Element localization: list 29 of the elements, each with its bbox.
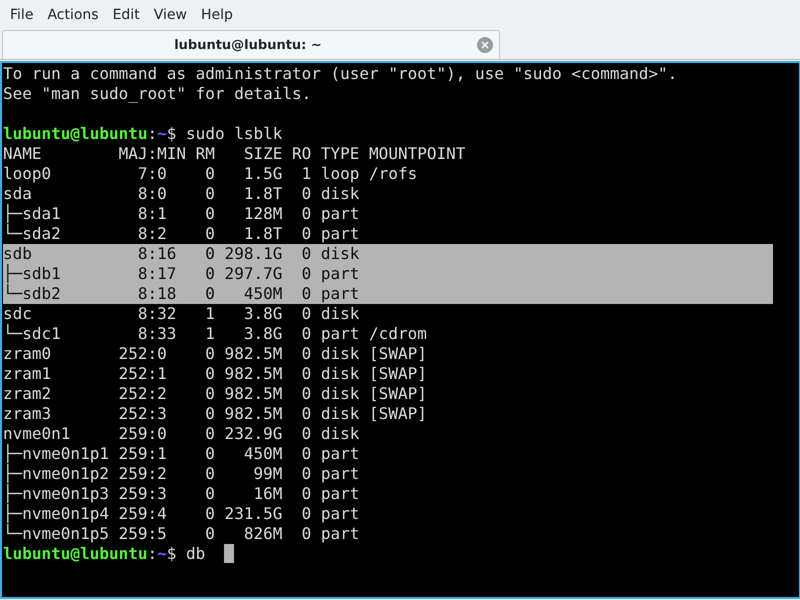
output-line: To run a command as administrator (user "root"), use "sudo <command>". [3, 64, 678, 84]
prompt-line: lubuntu@lubuntu:~$ db [3, 544, 206, 563]
prompt-line: lubuntu@lubuntu:~$ sudo lsblk [3, 124, 282, 143]
menu-item[interactable]: Edit [106, 7, 147, 23]
output-line: ├─sda1 8:1 0 128M 0 part [3, 204, 360, 224]
output-line: zram2 252:2 0 982.5M 0 disk [SWAP] [3, 384, 428, 404]
output-line: zram3 252:3 0 982.5M 0 disk [SWAP] [3, 404, 428, 424]
output-line: ├─nvme0n1p3 259:3 0 16M 0 part [3, 484, 360, 504]
output-line: See "man sudo_root" for details. [3, 84, 312, 104]
output-line: └─nvme0n1p5 259:5 0 826M 0 part [3, 524, 360, 544]
output-line: └─sdc1 8:33 1 3.8G 0 part /cdrom [3, 324, 428, 344]
output-line: sda 8:0 0 1.8T 0 disk [3, 184, 360, 204]
terminal-tab[interactable]: lubuntu@lubuntu: ~ [2, 30, 500, 59]
menu-item[interactable]: Actions [40, 7, 106, 23]
output-line: zram1 252:1 0 982.5M 0 disk [SWAP] [3, 364, 428, 384]
output-line: ├─nvme0n1p1 259:1 0 450M 0 part [3, 444, 360, 464]
output-line: └─sda2 8:2 0 1.8T 0 part [3, 224, 360, 244]
output-line: nvme0n1 259:0 0 232.9G 0 disk [3, 424, 360, 444]
menu-item[interactable]: View [146, 7, 194, 23]
menu-item[interactable]: File [3, 7, 40, 23]
output-line: ├─nvme0n1p2 259:2 0 99M 0 part [3, 464, 360, 484]
output-line: zram0 252:0 0 982.5M 0 disk [SWAP] [3, 344, 428, 364]
output-line: loop0 7:0 0 1.5G 1 loop /rofs [3, 164, 418, 184]
output-line: sdc 8:32 1 3.8G 0 disk [3, 304, 360, 324]
menu-item[interactable]: Help [194, 7, 240, 23]
terminal-panel[interactable] [0, 61, 800, 599]
close-icon[interactable] [477, 37, 493, 53]
output-line: ├─nvme0n1p4 259:4 0 231.5G 0 part [3, 504, 360, 524]
output-line: NAME MAJ:MIN RM SIZE RO TYPE MOUNTPOINT [3, 144, 466, 164]
